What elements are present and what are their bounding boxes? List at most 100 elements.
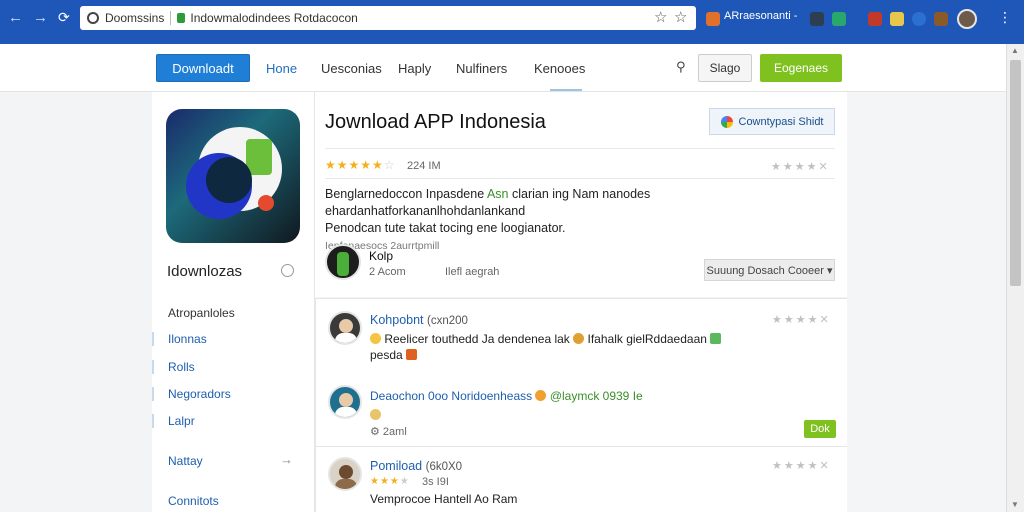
app-description: Benglarnedoccon Inpasdene Asn clarian in… [325,186,835,255]
share-button-label: Cowntypasi Shidt [738,115,824,128]
main-content: Jownload APP Indonesia Cowntypasi Shidt … [315,92,847,512]
address-title: Doomssins [105,11,165,25]
reply-avatar[interactable] [328,385,362,419]
sidebar-item-6[interactable]: Nattay [168,454,203,468]
review-star-rating: ★★★★ [370,476,410,487]
reviewer-name[interactable]: Pomiload (6k0X0 [370,459,462,473]
author-action-button[interactable]: Suuung Dosach Cooeer ▾ [704,259,835,281]
red-dot [258,195,274,211]
emoji-icon [573,333,585,344]
review-time: (cxn200 [427,315,468,327]
app-logo-icon [166,109,300,243]
scroll-thumb[interactable] [1010,60,1021,286]
extension-icon[interactable] [706,12,720,26]
reply-line: Deaochon 0oo Noridoenheass @laymck 0939 … [370,389,643,403]
back-button[interactable]: ← [8,9,23,26]
nav-link-4[interactable]: Nulfiners [456,61,507,76]
nav-link-2[interactable]: Uesconias [321,61,382,76]
reply-ok-button[interactable]: Dok [804,420,836,438]
bookmark-star-icon[interactable]: ☆ [674,8,687,26]
sidebar-item-5[interactable]: Lalpr [168,414,195,428]
lock-icon [177,13,186,23]
dark-shape [206,157,252,203]
review-rating-text: 3s I9I [422,476,449,488]
rate-stars[interactable]: ★★★★✕ [771,160,830,173]
divider [325,148,835,149]
circle-icon[interactable] [281,264,294,277]
search-icon[interactable]: ⚲ [676,59,686,75]
google-icon [720,115,733,128]
sidebar-indicator [152,332,154,346]
emoji-icon [370,333,381,344]
emoji-icon [535,390,547,401]
scroll-down-arrow[interactable]: ▼ [1011,500,1019,509]
share-button[interactable]: Cowntypasi Shidt [709,108,835,135]
page-scrollbar[interactable]: ▲ ▼ [1006,44,1024,512]
reply-name[interactable]: Deaochon 0oo Noridoenheass [370,389,532,403]
leaf-icon[interactable] [832,12,846,26]
active-tab-indicator [550,89,582,91]
desc-highlight: Asn [486,187,509,201]
download-button[interactable]: Downloadt [156,54,250,82]
sidebar-item-7[interactable]: Connitots [168,494,219,508]
reply-reaction-icon [370,409,381,422]
review-rate-stars[interactable]: ★★★★✕ [772,459,831,472]
address-url: Indowmalodindees Rotdacocon [190,11,358,25]
sidebar-item-4[interactable]: Negoradors [168,387,231,401]
sidebar-indicator [152,414,154,428]
address-bar[interactable]: Doomssins Indowmalodindees Rotdacocon ☆ … [80,6,696,30]
review-text: Vemprocoe Hantell Ao Ram [370,492,518,506]
reviewer-name[interactable]: Kohpobnt (cxn200 [370,313,468,327]
browser-toolbar: ← → ⟳ Doomssins Indowmalodindees Rotdaco… [0,0,1024,44]
author-meta-2: Ilefl aegrah [445,266,500,278]
puzzle-icon[interactable] [810,12,824,26]
reply-meta-text: 2aml [382,426,407,438]
review-text-a: Reelicer touthedd Ja dendenea lak [384,332,570,346]
sidebar-title: Idownlozas [167,263,243,280]
star-outline-icon[interactable]: ☆ [654,8,667,26]
forward-button[interactable]: → [33,9,48,26]
yellow-extension-icon[interactable] [890,12,904,26]
nav-link-5[interactable]: Kenooes [534,61,585,76]
desc-text-c: Penodcan tute takat tocing ene loogianat… [325,221,566,235]
review-card: Pomiload (6k0X0 ★★★★✕ ★★★★ 3s I9I Vempro… [315,446,847,512]
browser-menu-icon[interactable]: ⋮ [998,9,1012,26]
profile-avatar[interactable] [957,9,977,29]
signin-button[interactable]: Slago [698,54,752,82]
address-separator [170,11,172,25]
reply-tag: @laymck 0939 Ie [549,389,643,403]
circle-extension-icon[interactable] [912,12,926,26]
author-avatar[interactable] [325,244,361,280]
reply-meta: ⚙ 2aml [370,426,407,438]
sidebar-item-2[interactable]: Ilonnas [168,332,207,346]
author-name[interactable]: Kolp [369,249,393,263]
sidebar-item-3[interactable]: Rolls [168,360,195,374]
right-gutter [847,92,1006,512]
scroll-up-arrow[interactable]: ▲ [1011,46,1019,55]
extension-label[interactable]: ARraesonanti - [724,10,797,22]
app-title: Jownload APP Indonesia [325,111,546,133]
nav-link-3[interactable]: Haply [398,61,431,76]
emoji-icon [710,333,722,344]
reviewer-avatar[interactable] [328,457,362,491]
review-rate-stars[interactable]: ★★★★✕ [772,313,831,326]
refresh-button[interactable]: ⟳ [58,9,70,26]
star-rating: ★★★★★☆ [325,158,396,172]
red-extension-icon[interactable] [868,12,882,26]
rating-count: 224 IM [407,160,441,172]
sidebar-indicator [152,360,154,374]
chevron-right-icon[interactable]: → [280,452,293,467]
nav-link-home[interactable]: Hone [266,61,297,76]
register-button[interactable]: Eogenaes [760,54,842,82]
sidebar-item-1[interactable]: Atropanloles [168,306,235,320]
brown-extension-icon[interactable] [934,12,948,26]
app-header-card: Jownload APP Indonesia Cowntypasi Shidt … [315,92,847,297]
emoji-icon [406,349,418,360]
sidebar: Idownlozas Atropanloles Ilonnas Rolls Ne… [152,92,315,512]
reviewer-name-text: Kohpobnt [370,313,424,327]
review-text: Reelicer touthedd Ja dendenea lak Ifahal… [370,331,820,363]
desc-text-a: Benglarnedoccon Inpasdene [325,187,485,201]
review-card: Kohpobnt (cxn200 ★★★★✕ Reelicer touthedd… [315,298,847,446]
site-info-icon[interactable] [87,12,99,24]
reviewer-avatar[interactable] [328,311,362,345]
